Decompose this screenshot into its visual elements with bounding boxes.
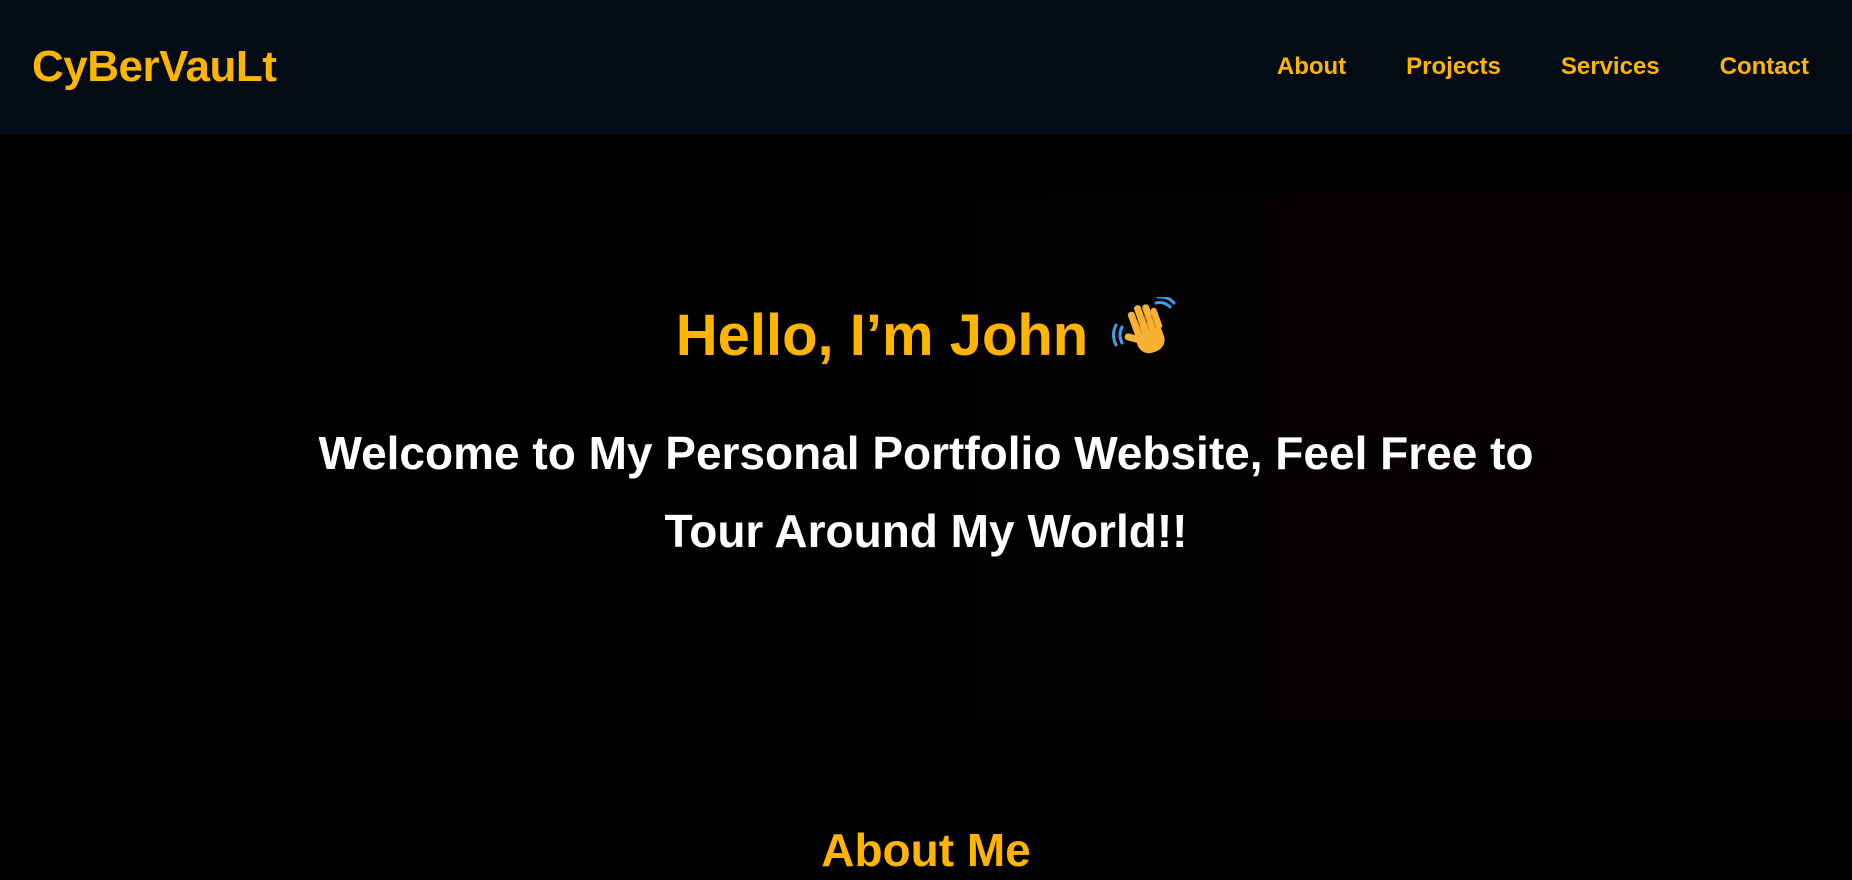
nav-link-services[interactable]: Services	[1561, 53, 1660, 81]
nav-link-projects[interactable]: Projects	[1406, 53, 1501, 81]
site-logo[interactable]: CyBerVauLt	[32, 45, 277, 89]
hero-section	[260, 193, 1852, 720]
nav-links: About Projects Services Contact	[1277, 53, 1809, 81]
navbar: CyBerVauLt About Projects Services Conta…	[0, 0, 1852, 134]
about-heading: About Me	[821, 824, 1031, 876]
nav-link-contact[interactable]: Contact	[1720, 53, 1809, 81]
nav-link-about[interactable]: About	[1277, 53, 1346, 81]
